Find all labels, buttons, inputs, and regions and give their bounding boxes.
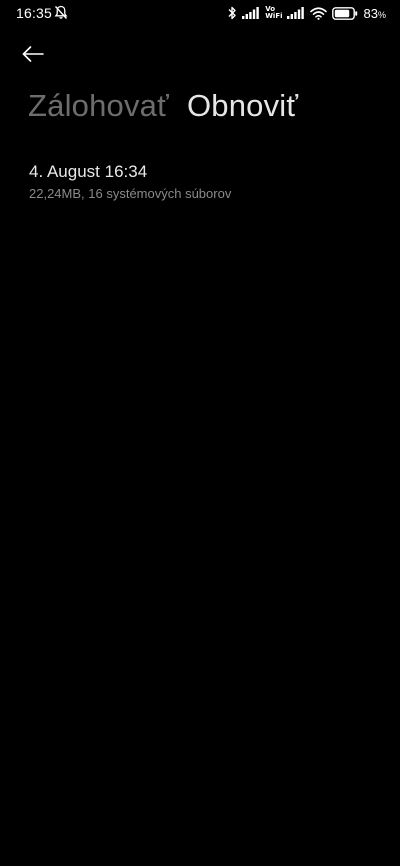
tab-bar: Zálohovať Obnoviť xyxy=(28,88,298,124)
battery-percent-sign: % xyxy=(377,9,386,20)
signal-strength-2-icon xyxy=(286,7,305,19)
vowifi-bottom-label: WiFi xyxy=(265,12,283,20)
bluetooth-icon xyxy=(227,6,237,20)
battery-icon xyxy=(331,6,358,20)
status-bar: 16:35 Vo WiFi 83% xyxy=(0,0,400,28)
battery-percent-value: 83 xyxy=(363,5,378,21)
status-time: 16:35 xyxy=(16,5,53,21)
arrow-left-icon xyxy=(22,45,44,67)
backup-title: 4. August 16:34 xyxy=(29,162,148,181)
wifi-icon xyxy=(309,6,327,20)
battery-percent: 83% xyxy=(364,6,386,21)
backup-list-item[interactable]: 4. August 16:34 22,24MB, 16 systémových … xyxy=(29,160,371,204)
notifications-off-icon xyxy=(54,5,68,20)
tab-backup[interactable]: Zálohovať xyxy=(28,88,169,124)
back-button[interactable] xyxy=(22,42,58,70)
tab-restore[interactable]: Obnoviť xyxy=(187,88,298,124)
signal-strength-icon xyxy=(242,7,260,19)
vowifi-indicator: Vo WiFi xyxy=(265,6,282,20)
backup-details: 22,24MB, 16 systémových súborov xyxy=(29,186,232,201)
status-icons: Vo WiFi 83% xyxy=(227,4,386,22)
